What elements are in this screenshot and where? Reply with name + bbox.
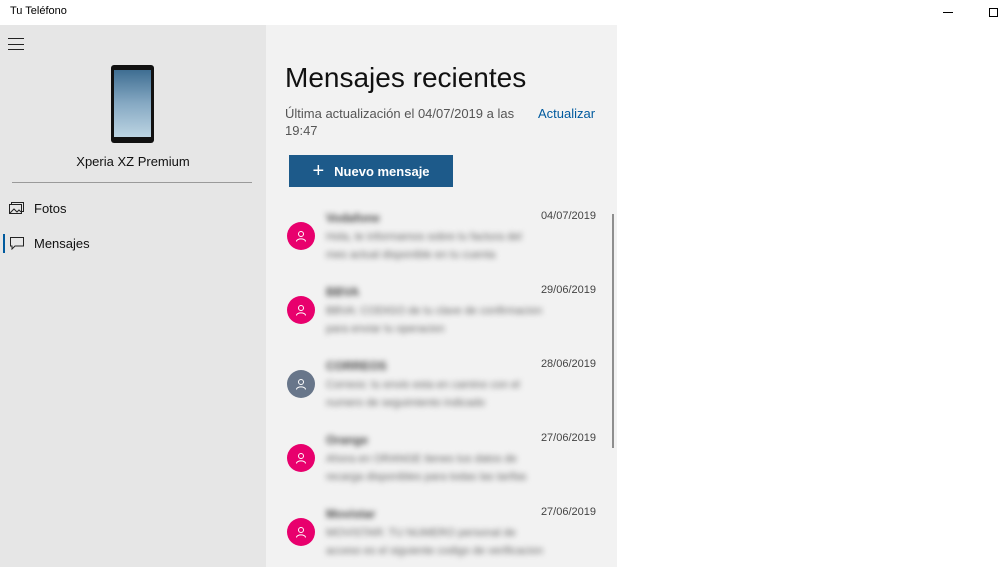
message-preview: BBVA: CODIGO de tu clave de confirmacion…	[326, 305, 543, 335]
message-icon	[10, 237, 24, 250]
message-date: 28/06/2019	[514, 358, 596, 370]
message-preview: MOVISTAR: TU NUMERO personal de acceso e…	[326, 527, 544, 557]
sidebar-item-label: Fotos	[34, 201, 67, 216]
message-preview: Hola, te informamos sobre tu factura del…	[326, 231, 522, 261]
message-sender: Vodafone	[326, 211, 380, 225]
message-item[interactable]: Movistar 27/06/2019 MOVISTAR: TU NUMERO …	[266, 504, 611, 567]
sidebar-item-mensajes[interactable]: Mensajes	[0, 227, 266, 259]
phone-device-image	[111, 65, 154, 143]
sidebar-divider	[12, 182, 252, 183]
contact-avatar	[287, 518, 315, 546]
plus-icon: +	[312, 160, 325, 182]
message-item[interactable]: BBVA 29/06/2019 BBVA: CODIGO de tu clave…	[266, 282, 611, 356]
message-preview: Correos: tu envio esta en camino con el …	[326, 379, 520, 409]
message-item[interactable]: CORREOS 28/06/2019 Correos: tu envio est…	[266, 356, 611, 430]
photos-icon	[9, 202, 24, 214]
contact-avatar	[287, 222, 315, 250]
person-icon	[296, 231, 306, 242]
sidebar: Xperia XZ Premium Fotos Mensajes	[0, 25, 266, 567]
person-icon	[296, 305, 306, 316]
message-date: 27/06/2019	[514, 432, 596, 444]
message-sender: BBVA	[326, 285, 360, 299]
page-title: Mensajes recientes	[285, 62, 527, 93]
sidebar-item-label: Mensajes	[34, 236, 90, 251]
message-item[interactable]: Vodafone 04/07/2019 Hola, te informamos …	[266, 208, 611, 282]
person-icon	[296, 379, 306, 390]
contact-avatar	[287, 370, 315, 398]
person-icon	[296, 453, 306, 464]
maximize-button[interactable]	[970, 0, 1000, 25]
title-bar: Tu Teléfono	[0, 0, 1000, 25]
message-date: 27/06/2019	[514, 506, 596, 518]
last-update-text: Última actualización el 04/07/2019 a las…	[285, 106, 515, 138]
message-sender: Orange	[326, 433, 369, 447]
selection-indicator	[3, 234, 5, 253]
device-name: Xperia XZ Premium	[76, 154, 190, 169]
refresh-link[interactable]: Actualizar	[538, 106, 595, 121]
scrollbar[interactable]	[612, 214, 614, 448]
message-item[interactable]: Orange 27/06/2019 Ahora en ORANGE tienes…	[266, 430, 611, 504]
contact-avatar	[287, 296, 315, 324]
person-icon	[296, 527, 306, 538]
new-message-label: Nuevo mensaje	[334, 163, 430, 179]
hamburger-menu-icon[interactable]	[8, 38, 24, 50]
message-sender: Movistar	[326, 507, 376, 521]
message-preview: Ahora en ORANGE tienes tus datos de reca…	[326, 453, 527, 483]
new-message-button[interactable]: + Nuevo mensaje	[289, 155, 453, 187]
main-panel: Mensajes recientes Última actualización …	[266, 25, 617, 567]
window-title: Tu Teléfono	[10, 5, 67, 17]
minimize-icon	[943, 12, 953, 13]
minimize-button[interactable]	[925, 0, 971, 25]
message-date: 29/06/2019	[514, 284, 596, 296]
message-list[interactable]: Vodafone 04/07/2019 Hola, te informamos …	[266, 208, 617, 567]
sidebar-item-fotos[interactable]: Fotos	[0, 192, 266, 224]
maximize-icon	[988, 8, 998, 17]
message-sender: CORREOS	[326, 359, 387, 373]
contact-avatar	[287, 444, 315, 472]
message-date: 04/07/2019	[514, 210, 596, 222]
